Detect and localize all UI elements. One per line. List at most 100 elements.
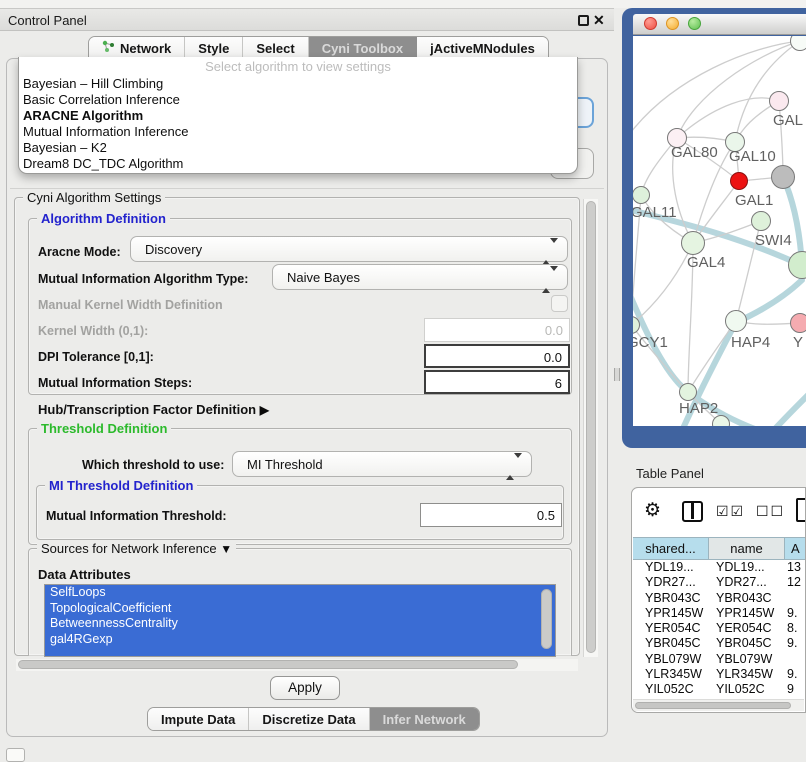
network-node-gal[interactable] <box>769 91 789 111</box>
tab-label: jActiveMNodules <box>430 41 535 56</box>
columns-icon[interactable] <box>682 501 703 522</box>
data-attributes-list[interactable]: SelfLoopsTopologicalCoefficientBetweenne… <box>44 584 556 657</box>
algorithm-option[interactable]: Mutual Information Inference <box>19 124 577 140</box>
document-icon[interactable] <box>796 498 806 522</box>
network-node-hap2[interactable] <box>679 383 697 401</box>
attribute-item[interactable]: gal4RGexp <box>45 632 555 648</box>
panel-splitter[interactable] <box>614 368 620 381</box>
zoom-traffic-light-icon[interactable] <box>688 17 701 30</box>
corner-chip[interactable] <box>6 748 25 762</box>
table-cell: YPR145W <box>709 606 785 621</box>
tab-impute-data[interactable]: Impute Data <box>148 708 249 730</box>
tab-label: Cyni Toolbox <box>322 41 403 56</box>
tab-select[interactable]: Select <box>243 37 308 59</box>
network-window-titlebar[interactable] <box>633 14 806 35</box>
network-node[interactable] <box>771 165 795 189</box>
algorithm-dropdown-popup: Select algorithm to view settings Bayesi… <box>18 57 578 174</box>
tab-label: Discretize Data <box>262 712 355 727</box>
top-strip <box>0 0 806 8</box>
close-icon[interactable]: ✕ <box>593 12 605 29</box>
table-panel: ⚙ ☑☑ ☐☐ shared... name A YDL19...YDL19..… <box>631 487 806 713</box>
table-row[interactable]: YER054CYER054C8. <box>633 621 805 636</box>
tab-network[interactable]: Network <box>89 37 185 59</box>
table-cell: YBL079W <box>709 652 785 667</box>
sources-toggle[interactable]: Sources for Network Inference ▼ <box>37 541 236 556</box>
column-header-partial[interactable]: A <box>785 538 805 559</box>
scrollbar-thumb[interactable] <box>586 201 596 653</box>
algorithm-option[interactable]: Bayesian – Hill Climbing <box>19 76 577 92</box>
table-cell: YPR145W <box>633 606 709 621</box>
select-all-checkboxes-icon[interactable]: ☑☑ <box>716 503 745 520</box>
scrollbar-thumb[interactable] <box>635 702 791 709</box>
network-node-y[interactable] <box>790 313 806 333</box>
tab-label: Network <box>120 41 171 56</box>
algorithm-list: Bayesian – Hill ClimbingBasic Correlatio… <box>19 76 577 172</box>
tab-discretize-data[interactable]: Discretize Data <box>249 708 369 730</box>
mi-algorithm-type-select[interactable]: Naive Bayes <box>272 264 568 290</box>
group-title: Cyni Algorithm Settings <box>23 190 165 205</box>
table-cell: YLR345W <box>709 667 785 682</box>
algorithm-option[interactable]: Dream8 DC_TDC Algorithm <box>19 156 577 172</box>
algorithm-option[interactable]: ARACNE Algorithm <box>19 108 577 124</box>
table-cell: YDL19... <box>709 560 785 575</box>
manual-kernel-width-checkbox[interactable] <box>551 295 568 312</box>
group-title: Threshold Definition <box>37 421 171 436</box>
gear-icon[interactable]: ⚙ <box>644 499 661 522</box>
tab-style[interactable]: Style <box>185 37 243 59</box>
mi-threshold-label: Mutual Information Threshold: <box>46 509 227 523</box>
network-node-swi4[interactable] <box>751 211 771 231</box>
network-node-label: Y <box>793 334 803 351</box>
mi-algorithm-type-value: Naive Bayes <box>287 270 360 285</box>
deselect-all-checkboxes-icon[interactable]: ☐☐ <box>756 503 785 520</box>
tab-infer-network[interactable]: Infer Network <box>370 708 479 730</box>
table-cell: 12 <box>785 575 805 590</box>
mi-threshold-field[interactable]: 0.5 <box>420 503 562 527</box>
mi-steps-field[interactable]: 6 <box>424 370 570 394</box>
settings-vertical-scrollbar[interactable] <box>583 199 598 657</box>
aracne-mode-select[interactable]: Discovery <box>130 236 568 262</box>
close-traffic-light-icon[interactable] <box>644 17 657 30</box>
network-node-gal4[interactable] <box>681 231 705 255</box>
table-row[interactable]: YBL079WYBL079W <box>633 652 805 667</box>
mi-algorithm-type-label: Mutual Information Algorithm Type: <box>38 272 248 286</box>
which-threshold-select[interactable]: MI Threshold <box>232 451 532 477</box>
column-header-name[interactable]: name <box>709 538 785 559</box>
network-node-gal1[interactable] <box>730 172 748 190</box>
network-node-hap4[interactable] <box>725 310 747 332</box>
column-header-shared-name[interactable]: shared... <box>633 538 709 559</box>
settings-horizontal-scrollbar[interactable] <box>16 659 578 671</box>
table-horizontal-scrollbar[interactable] <box>633 699 804 711</box>
scrollbar-thumb[interactable] <box>18 660 518 669</box>
table-cell: YDR27... <box>709 575 785 590</box>
dpi-tolerance-label: DPI Tolerance [0,1]: <box>38 350 154 364</box>
dpi-tolerance-field[interactable]: 0.0 <box>424 344 570 368</box>
attribute-item[interactable]: SelfLoops <box>45 585 555 601</box>
algorithm-option[interactable]: Bayesian – K2 <box>19 140 577 156</box>
table-rows: YDL19...YDL19...13YDR27...YDR27...12YBR0… <box>633 560 805 698</box>
hub-definition-toggle[interactable]: Hub/Transcription Factor Definition ▶ <box>38 402 269 417</box>
table-row[interactable]: YIL052CYIL052C9 <box>633 682 805 697</box>
table-row[interactable]: YLR345WYLR345W9. <box>633 667 805 682</box>
tab-cyni-toolbox[interactable]: Cyni Toolbox <box>309 37 417 59</box>
attributes-scrollbar[interactable] <box>541 589 552 649</box>
network-node[interactable] <box>712 415 730 426</box>
table-row[interactable]: YDL19...YDL19...13 <box>633 560 805 575</box>
attribute-item[interactable]: BetweennessCentrality <box>45 616 555 632</box>
attribute-item[interactable]: TopologicalCoefficient <box>45 601 555 617</box>
algorithm-option[interactable]: Basic Correlation Inference <box>19 92 577 108</box>
table-row[interactable]: YPR145WYPR145W9. <box>633 606 805 621</box>
table-row[interactable]: YDR27...YDR27...12 <box>633 575 805 590</box>
which-threshold-label: Which threshold to use: <box>82 458 224 472</box>
apply-button[interactable]: Apply <box>270 676 340 700</box>
mi-steps-label: Mutual Information Steps: <box>38 376 192 390</box>
kernel-width-field[interactable]: 0.0 <box>424 318 570 342</box>
control-panel-title: Control Panel <box>8 13 87 28</box>
minimize-traffic-light-icon[interactable] <box>666 17 679 30</box>
network-node-label: HAP2 <box>679 400 718 417</box>
network-canvas[interactable]: GALGAL80GAL10GAL1SWI4GAL11GAL4GCY1HAP4YH… <box>633 36 806 426</box>
float-window-icon[interactable] <box>578 15 589 26</box>
table-row[interactable]: YBR043CYBR043C <box>633 591 805 606</box>
table-row[interactable]: YBR045CYBR045C9. <box>633 636 805 651</box>
table-cell: 9. <box>785 667 805 682</box>
tab-jactivemnodules[interactable]: jActiveMNodules <box>417 37 548 59</box>
